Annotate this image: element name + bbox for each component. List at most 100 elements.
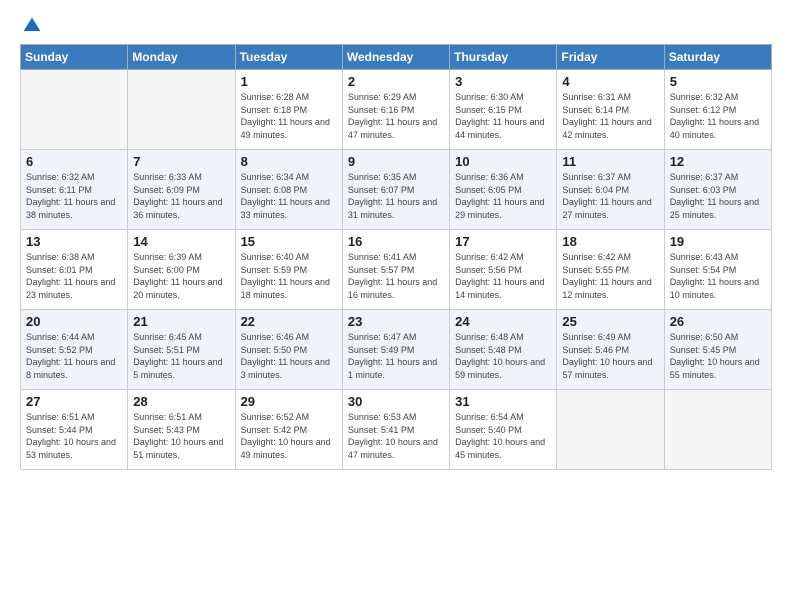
logo xyxy=(20,16,42,36)
calendar-week-row: 27 Sunrise: 6:51 AM Sunset: 5:44 PM Dayli… xyxy=(21,390,772,470)
day-info: Sunrise: 6:44 AM Sunset: 5:52 PM Dayligh… xyxy=(26,331,122,381)
calendar-cell: 22 Sunrise: 6:46 AM Sunset: 5:50 PM Dayli… xyxy=(235,310,342,390)
day-info: Sunrise: 6:45 AM Sunset: 5:51 PM Dayligh… xyxy=(133,331,229,381)
day-number: 21 xyxy=(133,314,229,329)
calendar-cell: 29 Sunrise: 6:52 AM Sunset: 5:42 PM Dayli… xyxy=(235,390,342,470)
calendar-cell: 7Sunrise: 6:33 AM Sunset: 6:09 PM Daylig… xyxy=(128,150,235,230)
calendar-cell: 15 Sunrise: 6:40 AM Sunset: 5:59 PM Dayli… xyxy=(235,230,342,310)
day-info: Sunrise: 6:49 AM Sunset: 5:46 PM Dayligh… xyxy=(562,331,658,381)
day-info: Sunrise: 6:40 AM Sunset: 5:59 PM Dayligh… xyxy=(241,251,337,301)
weekday-header-tuesday: Tuesday xyxy=(235,45,342,70)
calendar-cell xyxy=(128,70,235,150)
day-number: 20 xyxy=(26,314,122,329)
day-number: 15 xyxy=(241,234,337,249)
calendar-cell: 8 Sunrise: 6:34 AM Sunset: 6:08 PM Daylig… xyxy=(235,150,342,230)
day-number: 2 xyxy=(348,74,444,89)
calendar-cell: 14 Sunrise: 6:39 AM Sunset: 6:00 PM Dayli… xyxy=(128,230,235,310)
logo-icon xyxy=(22,16,42,36)
day-number: 16 xyxy=(348,234,444,249)
day-info: Sunrise: 6:52 AM Sunset: 5:42 PM Dayligh… xyxy=(241,411,337,461)
page: SundayMondayTuesdayWednesdayThursdayFrid… xyxy=(0,0,792,612)
day-number: 23 xyxy=(348,314,444,329)
calendar-cell: 10Sunrise: 6:36 AM Sunset: 6:05 PM Dayli… xyxy=(450,150,557,230)
day-number: 17 xyxy=(455,234,551,249)
calendar-cell: 17 Sunrise: 6:42 AM Sunset: 5:56 PM Dayli… xyxy=(450,230,557,310)
day-number: 28 xyxy=(133,394,229,409)
calendar-cell: 28 Sunrise: 6:51 AM Sunset: 5:43 PM Dayli… xyxy=(128,390,235,470)
day-info: Sunrise: 6:54 AM Sunset: 5:40 PM Dayligh… xyxy=(455,411,551,461)
calendar-cell: 30Sunrise: 6:53 AM Sunset: 5:41 PM Dayli… xyxy=(342,390,449,470)
calendar-cell: 26 Sunrise: 6:50 AM Sunset: 5:45 PM Dayli… xyxy=(664,310,771,390)
calendar-week-row: 20 Sunrise: 6:44 AM Sunset: 5:52 PM Dayli… xyxy=(21,310,772,390)
day-info: Sunrise: 6:29 AM Sunset: 6:16 PM Dayligh… xyxy=(348,91,444,141)
day-info: Sunrise: 6:32 AM Sunset: 6:12 PM Dayligh… xyxy=(670,91,766,141)
day-info: Sunrise: 6:39 AM Sunset: 6:00 PM Dayligh… xyxy=(133,251,229,301)
day-info: Sunrise: 6:35 AM Sunset: 6:07 PM Dayligh… xyxy=(348,171,444,221)
day-number: 6 xyxy=(26,154,122,169)
day-info: Sunrise: 6:47 AM Sunset: 5:49 PM Dayligh… xyxy=(348,331,444,381)
calendar-week-row: 6 Sunrise: 6:32 AM Sunset: 6:11 PM Daylig… xyxy=(21,150,772,230)
day-info: Sunrise: 6:34 AM Sunset: 6:08 PM Dayligh… xyxy=(241,171,337,221)
day-info: Sunrise: 6:48 AM Sunset: 5:48 PM Dayligh… xyxy=(455,331,551,381)
calendar-cell: 31Sunrise: 6:54 AM Sunset: 5:40 PM Dayli… xyxy=(450,390,557,470)
calendar-cell: 25 Sunrise: 6:49 AM Sunset: 5:46 PM Dayli… xyxy=(557,310,664,390)
weekday-header-friday: Friday xyxy=(557,45,664,70)
calendar-cell xyxy=(557,390,664,470)
calendar-cell: 18 Sunrise: 6:42 AM Sunset: 5:55 PM Dayli… xyxy=(557,230,664,310)
calendar-table: SundayMondayTuesdayWednesdayThursdayFrid… xyxy=(20,44,772,470)
day-info: Sunrise: 6:41 AM Sunset: 5:57 PM Dayligh… xyxy=(348,251,444,301)
day-info: Sunrise: 6:43 AM Sunset: 5:54 PM Dayligh… xyxy=(670,251,766,301)
day-number: 18 xyxy=(562,234,658,249)
day-number: 30 xyxy=(348,394,444,409)
day-info: Sunrise: 6:28 AM Sunset: 6:18 PM Dayligh… xyxy=(241,91,337,141)
day-number: 10 xyxy=(455,154,551,169)
calendar-cell: 16 Sunrise: 6:41 AM Sunset: 5:57 PM Dayli… xyxy=(342,230,449,310)
day-info: Sunrise: 6:51 AM Sunset: 5:44 PM Dayligh… xyxy=(26,411,122,461)
header xyxy=(20,16,772,36)
day-number: 9 xyxy=(348,154,444,169)
weekday-header-monday: Monday xyxy=(128,45,235,70)
calendar-week-row: 13Sunrise: 6:38 AM Sunset: 6:01 PM Dayli… xyxy=(21,230,772,310)
day-number: 14 xyxy=(133,234,229,249)
day-info: Sunrise: 6:38 AM Sunset: 6:01 PM Dayligh… xyxy=(26,251,122,301)
weekday-header-thursday: Thursday xyxy=(450,45,557,70)
day-number: 19 xyxy=(670,234,766,249)
calendar-cell xyxy=(21,70,128,150)
day-info: Sunrise: 6:37 AM Sunset: 6:04 PM Dayligh… xyxy=(562,171,658,221)
calendar-cell: 27 Sunrise: 6:51 AM Sunset: 5:44 PM Dayli… xyxy=(21,390,128,470)
calendar-cell: 4 Sunrise: 6:31 AM Sunset: 6:14 PM Daylig… xyxy=(557,70,664,150)
day-number: 25 xyxy=(562,314,658,329)
day-number: 26 xyxy=(670,314,766,329)
day-info: Sunrise: 6:32 AM Sunset: 6:11 PM Dayligh… xyxy=(26,171,122,221)
weekday-header-sunday: Sunday xyxy=(21,45,128,70)
day-number: 4 xyxy=(562,74,658,89)
calendar-cell: 11Sunrise: 6:37 AM Sunset: 6:04 PM Dayli… xyxy=(557,150,664,230)
day-number: 27 xyxy=(26,394,122,409)
day-number: 8 xyxy=(241,154,337,169)
weekday-header-row: SundayMondayTuesdayWednesdayThursdayFrid… xyxy=(21,45,772,70)
calendar-cell: 21 Sunrise: 6:45 AM Sunset: 5:51 PM Dayli… xyxy=(128,310,235,390)
day-info: Sunrise: 6:51 AM Sunset: 5:43 PM Dayligh… xyxy=(133,411,229,461)
day-info: Sunrise: 6:42 AM Sunset: 5:56 PM Dayligh… xyxy=(455,251,551,301)
day-info: Sunrise: 6:31 AM Sunset: 6:14 PM Dayligh… xyxy=(562,91,658,141)
day-number: 3 xyxy=(455,74,551,89)
day-info: Sunrise: 6:46 AM Sunset: 5:50 PM Dayligh… xyxy=(241,331,337,381)
day-number: 1 xyxy=(241,74,337,89)
day-info: Sunrise: 6:37 AM Sunset: 6:03 PM Dayligh… xyxy=(670,171,766,221)
day-number: 5 xyxy=(670,74,766,89)
weekday-header-saturday: Saturday xyxy=(664,45,771,70)
calendar-cell: 6 Sunrise: 6:32 AM Sunset: 6:11 PM Daylig… xyxy=(21,150,128,230)
calendar-cell xyxy=(664,390,771,470)
day-info: Sunrise: 6:50 AM Sunset: 5:45 PM Dayligh… xyxy=(670,331,766,381)
day-info: Sunrise: 6:42 AM Sunset: 5:55 PM Dayligh… xyxy=(562,251,658,301)
day-info: Sunrise: 6:33 AM Sunset: 6:09 PM Dayligh… xyxy=(133,171,229,221)
day-number: 12 xyxy=(670,154,766,169)
day-number: 29 xyxy=(241,394,337,409)
day-number: 24 xyxy=(455,314,551,329)
calendar-week-row: 1 Sunrise: 6:28 AM Sunset: 6:18 PM Daylig… xyxy=(21,70,772,150)
calendar-cell: 3Sunrise: 6:30 AM Sunset: 6:15 PM Daylig… xyxy=(450,70,557,150)
day-number: 22 xyxy=(241,314,337,329)
calendar-cell: 2 Sunrise: 6:29 AM Sunset: 6:16 PM Daylig… xyxy=(342,70,449,150)
calendar-cell: 12 Sunrise: 6:37 AM Sunset: 6:03 PM Dayli… xyxy=(664,150,771,230)
calendar-cell: 1 Sunrise: 6:28 AM Sunset: 6:18 PM Daylig… xyxy=(235,70,342,150)
